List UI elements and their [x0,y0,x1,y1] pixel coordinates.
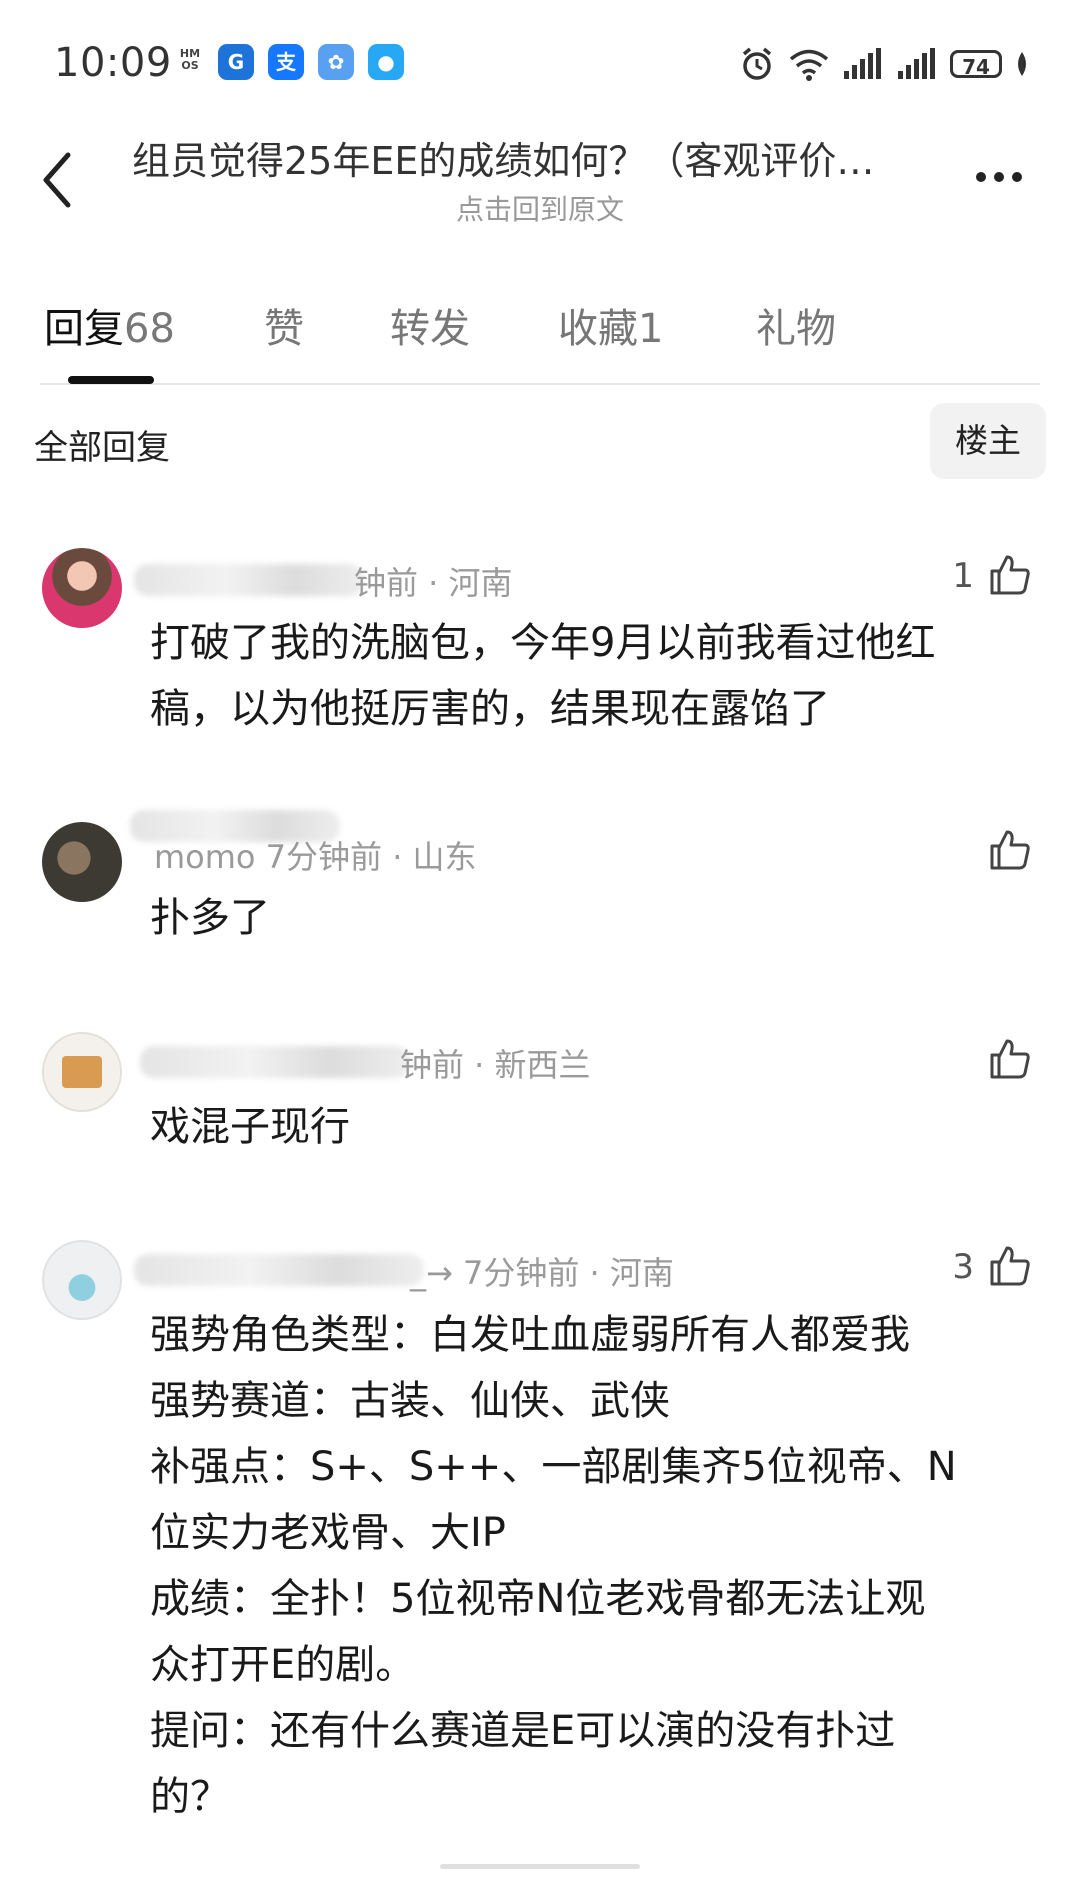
thumbs-up-icon[interactable] [988,828,1032,872]
post-title[interactable]: 组员觉得25年EE的成绩如何？（客观评价… [132,130,952,185]
tab-favorites[interactable]: 收藏1 [558,296,663,354]
comment-line: 提问：还有什么赛道是E可以演的没有扑过 [150,1708,896,1754]
tab-gifts[interactable]: 礼物 [756,296,836,354]
avatar[interactable] [42,1032,122,1112]
like-count: 1 [952,556,974,596]
alarm-icon [742,47,772,80]
comment-line: 强势角色类型：白发吐血虚弱所有人都爱我 [150,1312,910,1358]
alipay-icon: 支 [268,44,304,80]
hmos-label: HM OS [179,47,201,72]
blurred-username [134,564,364,596]
tab-label: 赞 [264,306,304,352]
comment-line: 的？ [150,1774,230,1820]
thumbs-up-icon[interactable] [988,1244,1032,1288]
avatar[interactable] [42,1240,122,1320]
comment-line: 稿，以为他挺厉害的，结果现在露馅了 [150,686,830,732]
comment-meta: 钟前 · 新西兰 [400,1046,591,1084]
comment-line: 扑多了 [150,895,270,941]
comment-line: 补强点：S+、S++、一部剧集齐5位视帝、N [150,1444,957,1490]
tab-label: 礼物 [756,306,836,352]
gd-app-icon: G [218,44,254,80]
battery-indicator: 74 [950,50,1002,79]
avatar[interactable] [42,822,122,902]
leaf-icon [1018,52,1026,76]
avatar[interactable] [42,548,122,628]
thumbs-up-icon[interactable] [988,553,1032,597]
cloud-app-icon: ✿ [318,44,354,80]
tab-likes[interactable]: 赞 [264,296,304,354]
tab-count: 1 [638,306,664,352]
comment-line: 强势赛道：古装、仙侠、武侠 [150,1378,670,1424]
status-time: 10:09 [54,40,172,86]
back-to-post-link[interactable]: 点击回到原文 [0,188,1080,228]
comment-text: 强势角色类型：白发吐血虚弱所有人都爱我 强势赛道：古装、仙侠、武侠 补强点：S+… [150,1302,957,1830]
comment-text: 打破了我的洗脑包，今年9月以前我看过他红 稿，以为他挺厉害的，结果现在露馅了 [150,610,935,742]
comment-meta: momo 7分钟前 · 山东 [154,838,477,876]
gesture-bar [0,1852,1080,1879]
more-options-icon[interactable] [976,172,1022,182]
tab-label: 收藏 [558,306,638,352]
message-app-icon: ● [368,44,404,80]
blurred-username [140,1046,410,1078]
signal-icon-2 [898,48,935,79]
comment-line: 位实力老戏骨、大IP [150,1510,506,1556]
tab-replies[interactable]: 回复68 [44,296,175,354]
tab-count: 68 [124,306,175,352]
op-only-button[interactable]: 楼主 [930,403,1046,479]
like-count: 3 [952,1247,974,1287]
comment-meta: 钟前 · 河南 [354,564,513,602]
comment-text: 戏混子现行 [150,1094,350,1160]
active-tab-indicator [68,376,154,384]
signal-icon [844,48,881,79]
blurred-username [134,1254,424,1286]
comment-text: 扑多了 [150,885,270,951]
status-icons: 74 [738,44,1030,84]
comment-line: 众打开E的剧。 [150,1642,416,1688]
tab-divider [40,383,1040,385]
tab-label: 回复 [44,306,124,352]
thumbs-up-icon[interactable] [988,1037,1032,1081]
comment-line: 成绩：全扑！5位视帝N位老戏骨都无法让观 [150,1576,926,1622]
all-replies-label: 全部回复 [34,428,170,468]
comment-line: 戏混子现行 [150,1104,350,1150]
comment-meta: _→ 7分钟前 · 河南 [410,1254,674,1292]
tab-reposts[interactable]: 转发 [390,296,470,354]
wifi-icon [789,49,829,81]
comment-line: 打破了我的洗脑包，今年9月以前我看过他红 [150,620,936,666]
tab-label: 转发 [390,306,470,352]
